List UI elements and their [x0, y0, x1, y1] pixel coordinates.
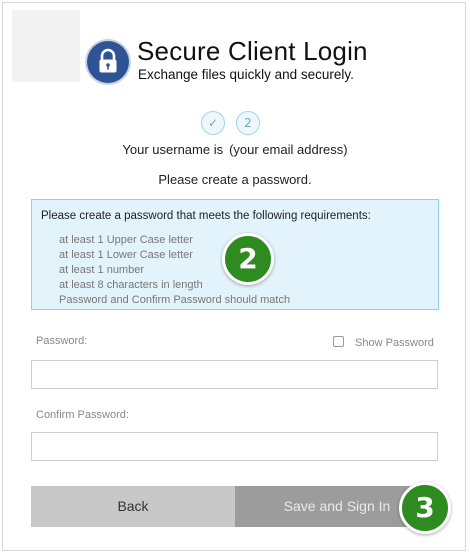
lock-icon — [87, 41, 129, 83]
requirement-item: Password and Confirm Password should mat… — [59, 294, 291, 306]
confirm-password-input[interactable] — [31, 432, 438, 461]
page-title: Secure Client Login — [137, 36, 368, 66]
step-callout-badge: 2 — [222, 233, 274, 285]
step-callout-badge: 3 — [399, 482, 451, 534]
username-value: (your email address) — [229, 142, 348, 157]
confirm-password-label: Confirm Password: — [36, 409, 129, 421]
show-password-checkbox[interactable] — [333, 336, 344, 347]
page-subtitle: Exchange files quickly and securely. — [138, 67, 354, 82]
password-input[interactable] — [31, 360, 438, 389]
password-label: Password: — [36, 335, 88, 347]
back-button[interactable]: Back — [31, 486, 235, 527]
username-line: Your username is (your email address) — [0, 142, 470, 157]
step-2-current-indicator: 2 — [236, 111, 260, 135]
logo-placeholder — [12, 10, 80, 82]
requirements-header: Please create a password that meets the … — [41, 210, 371, 222]
create-password-instruction: Please create a password. — [158, 172, 312, 187]
username-prefix: Your username is — [122, 142, 224, 157]
step-1-complete-indicator: ✓ — [201, 111, 225, 135]
show-password-label: Show Password — [355, 337, 434, 349]
